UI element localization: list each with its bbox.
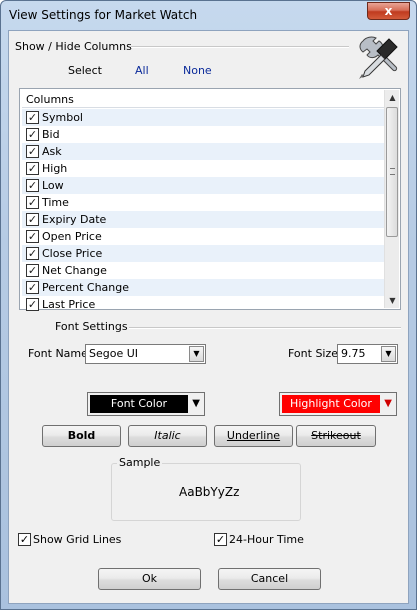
chevron-down-icon[interactable]: ▼ xyxy=(381,346,396,362)
list-item-label: Net Change xyxy=(42,264,107,277)
list-item-label: Ask xyxy=(42,145,62,158)
list-item-label: Low xyxy=(42,179,64,192)
list-item-label: Close Price xyxy=(42,247,103,260)
grip-icon xyxy=(390,168,395,175)
chevron-down-icon: ▼ xyxy=(192,398,200,409)
font-name-label: Font Name xyxy=(28,347,88,360)
font-color-picker[interactable]: Font Color ▼ xyxy=(87,392,205,416)
list-item-label: High xyxy=(42,162,68,175)
check-icon[interactable]: ✓ xyxy=(26,298,39,311)
highlight-color-picker[interactable]: Highlight Color ▼ xyxy=(279,392,397,416)
font-settings-divider xyxy=(129,327,401,329)
check-icon[interactable]: ✓ xyxy=(26,196,39,209)
font-settings-title: Font Settings xyxy=(55,320,128,333)
font-name-select[interactable]: Segoe UI ▼ xyxy=(85,344,206,364)
list-item[interactable]: ✓ Ask xyxy=(22,143,384,160)
tools-icon xyxy=(359,36,398,79)
list-item[interactable]: ✓ Bid xyxy=(22,126,384,143)
check-icon[interactable]: ✓ xyxy=(26,247,39,260)
list-item-label: Bid xyxy=(42,128,60,141)
underline-button[interactable]: Underline xyxy=(214,425,293,447)
list-item[interactable]: ✓ Symbol xyxy=(22,109,384,126)
columns-list-header: Columns xyxy=(22,91,384,108)
list-item-label: Expiry Date xyxy=(42,213,107,226)
bold-button[interactable]: Bold xyxy=(42,425,121,447)
sample-text: AaBbYyZz xyxy=(179,485,240,499)
font-size-value: 9.75 xyxy=(341,347,366,360)
select-none-link[interactable]: None xyxy=(183,64,212,77)
chevron-down-icon: ▼ xyxy=(384,398,392,409)
italic-button[interactable]: Italic xyxy=(128,425,207,447)
list-item[interactable]: ✓ Net Change xyxy=(22,262,384,279)
list-item[interactable]: ✓ Expiry Date xyxy=(22,211,384,228)
scroll-thumb[interactable] xyxy=(386,107,398,237)
list-item-label: Last Price xyxy=(42,298,96,311)
check-icon[interactable]: ✓ xyxy=(26,264,39,277)
list-item-label: Open Price xyxy=(42,230,102,243)
sample-label: Sample xyxy=(117,456,163,469)
check-icon[interactable]: ✓ xyxy=(26,213,39,226)
font-size-label: Font Size xyxy=(288,347,339,360)
check-icon[interactable]: ✓ xyxy=(26,179,39,192)
scroll-up-icon[interactable]: ▲ xyxy=(385,90,400,105)
font-color-swatch: Font Color xyxy=(90,395,188,413)
strikeout-button[interactable]: Strikeout xyxy=(296,425,376,447)
check-icon[interactable]: ✓ xyxy=(26,145,39,158)
columns-list-rows: ✓ Symbol ✓ Bid ✓ Ask ✓ High ✓ Low ✓ Time ✓ Expiry Dat… xyxy=(22,109,384,313)
font-name-value: Segoe UI xyxy=(89,347,139,360)
ok-button[interactable]: Ok xyxy=(98,568,201,590)
group-divider xyxy=(131,46,349,48)
columns-group-title: Show / Hide Columns xyxy=(15,40,132,53)
check-icon[interactable]: ✓ xyxy=(26,128,39,141)
list-item-label: Percent Change xyxy=(42,281,130,294)
dialog-client-area: Show / Hide Columns Select All None Colu… xyxy=(8,30,409,604)
list-scrollbar[interactable]: ▲ ▼ xyxy=(384,90,399,308)
scroll-down-icon[interactable]: ▼ xyxy=(385,293,400,308)
cancel-button[interactable]: Cancel xyxy=(218,568,321,590)
dialog-window: View Settings for Market Watch x Show / … xyxy=(0,0,417,610)
list-item-label: Time xyxy=(42,196,69,209)
show-grid-lines-label: Show Grid Lines xyxy=(33,533,122,546)
columns-list[interactable]: Columns ✓ Symbol ✓ Bid ✓ Ask ✓ High ✓ Low ✓ Time ✓ Ex… xyxy=(19,88,401,313)
hour24-label: 24-Hour Time xyxy=(229,533,304,546)
list-item[interactable]: ✓ Low xyxy=(22,177,384,194)
title-bar[interactable]: View Settings for Market Watch x xyxy=(1,1,416,29)
select-all-link[interactable]: All xyxy=(135,64,149,77)
list-item[interactable]: ✓ Open Price xyxy=(22,228,384,245)
select-label: Select xyxy=(68,64,102,77)
chevron-down-icon[interactable]: ▼ xyxy=(189,346,204,362)
list-item[interactable]: ✓ Time xyxy=(22,194,384,211)
list-item[interactable]: ✓ Last Price xyxy=(22,296,384,313)
window-title: View Settings for Market Watch xyxy=(9,8,198,22)
check-icon[interactable]: ✓ xyxy=(26,281,39,294)
show-grid-lines-checkbox[interactable]: ✓ xyxy=(18,533,31,546)
list-item[interactable]: ✓ Percent Change xyxy=(22,279,384,296)
close-button[interactable]: x xyxy=(367,2,410,20)
hour24-checkbox[interactable]: ✓ xyxy=(214,533,227,546)
list-item[interactable]: ✓ High xyxy=(22,160,384,177)
highlight-color-swatch: Highlight Color xyxy=(282,395,380,413)
check-icon[interactable]: ✓ xyxy=(26,162,39,175)
font-size-select[interactable]: 9.75 ▼ xyxy=(337,344,398,364)
check-icon[interactable]: ✓ xyxy=(26,230,39,243)
list-item[interactable]: ✓ Close Price xyxy=(22,245,384,262)
list-item-label: Symbol xyxy=(42,111,83,124)
check-icon[interactable]: ✓ xyxy=(26,111,39,124)
